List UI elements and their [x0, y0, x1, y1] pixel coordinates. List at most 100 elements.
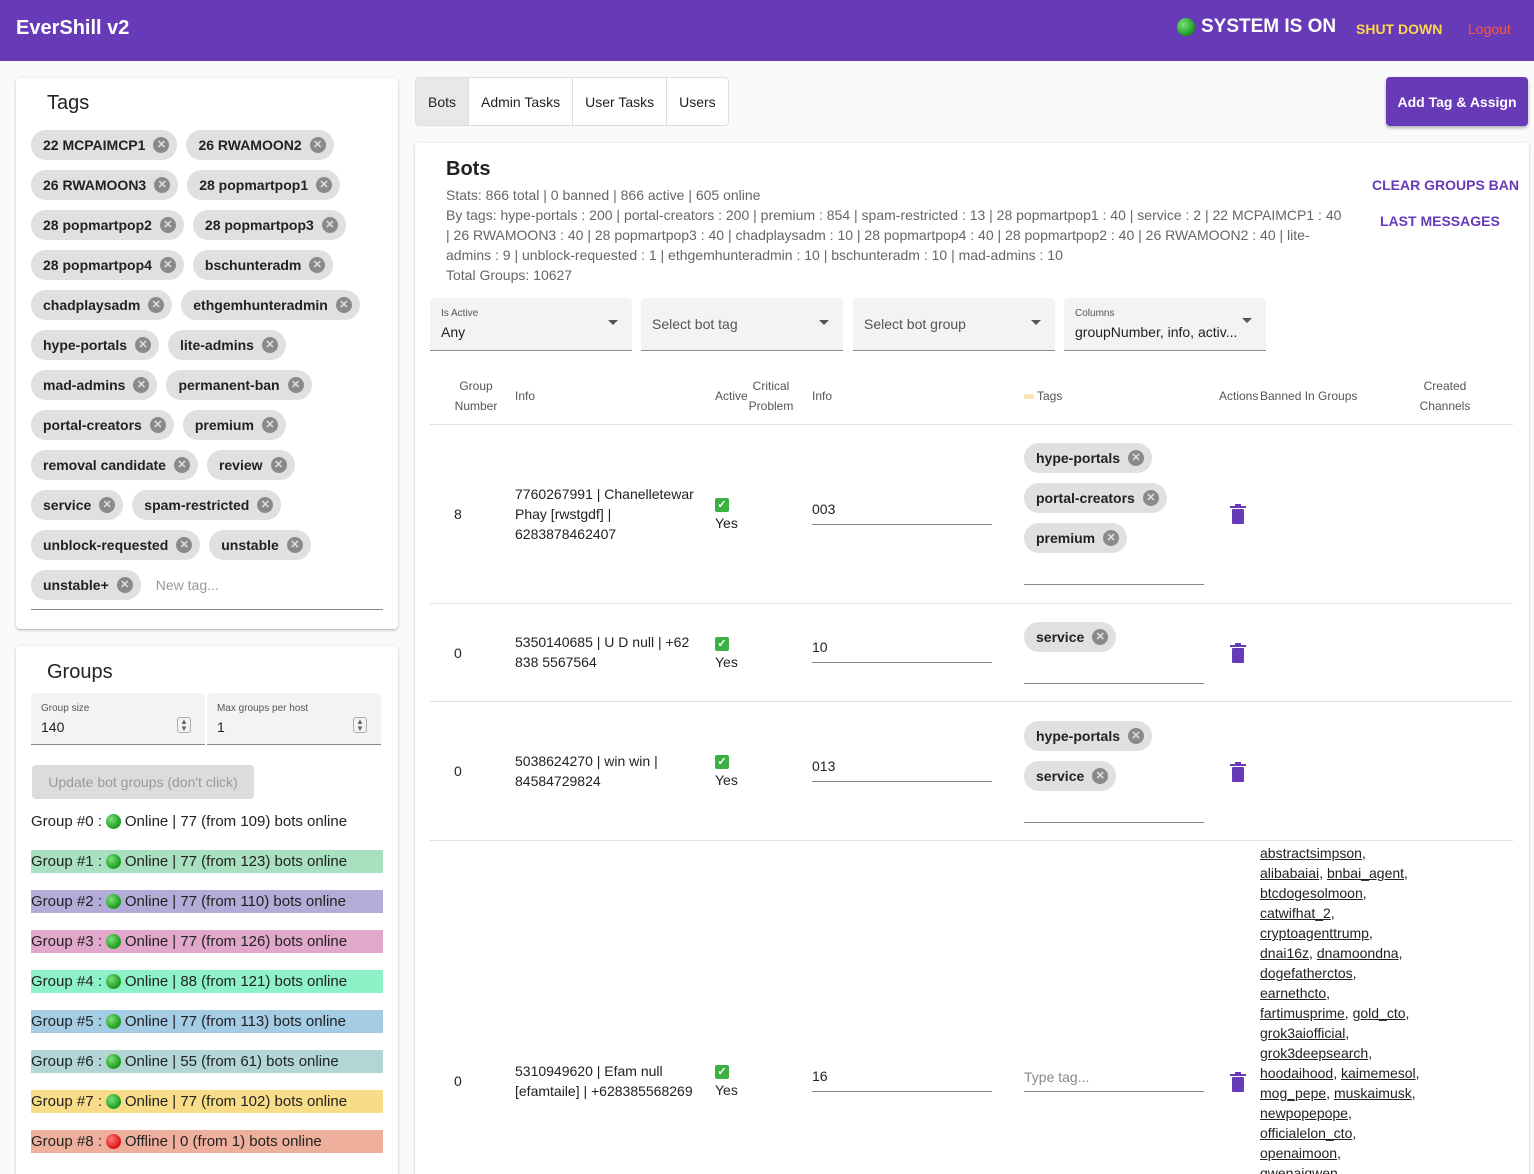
banned-group-link[interactable]: alibabaiai — [1260, 865, 1319, 881]
delete-trash-icon[interactable] — [1230, 1072, 1246, 1092]
shutdown-button[interactable]: SHUT DOWN — [1356, 21, 1442, 37]
banned-group-link[interactable]: catwifhat_2 — [1260, 905, 1331, 921]
clear-groups-ban-button[interactable]: CLEAR GROUPS BAN — [1372, 177, 1519, 193]
remove-tag-icon[interactable]: ✕ — [133, 377, 150, 393]
tag-chip[interactable]: unstable+ ✕ — [31, 570, 141, 600]
banned-group-link[interactable]: officialelon_cto — [1260, 1125, 1352, 1141]
remove-tag-icon[interactable]: ✕ — [1092, 629, 1109, 645]
banned-group-link[interactable]: bnbai_agent — [1327, 865, 1404, 881]
remove-tag-icon[interactable]: ✕ — [1092, 768, 1109, 784]
col-created-channels[interactable]: Created Channels — [1417, 376, 1473, 416]
remove-tag-icon[interactable]: ✕ — [1128, 728, 1145, 744]
tag-chip[interactable]: premium ✕ — [182, 410, 286, 440]
tag-chip[interactable]: 28 popmartpop1 ✕ — [187, 170, 341, 200]
col-info-2[interactable]: Info — [812, 386, 832, 406]
max-groups-field[interactable]: Max groups per host 1 ▲ ▼ — [207, 693, 381, 745]
remove-tag-icon[interactable]: ✕ — [135, 337, 152, 353]
row-tag-chip[interactable]: service ✕ — [1024, 622, 1117, 652]
banned-group-link[interactable]: gold_cto — [1353, 1005, 1406, 1021]
banned-group-link[interactable]: newpopepope — [1260, 1105, 1348, 1121]
col-actions[interactable]: Actions — [1219, 386, 1258, 406]
banned-group-link[interactable]: fartimusprime — [1260, 1005, 1345, 1021]
delete-trash-icon[interactable] — [1230, 762, 1246, 782]
col-info[interactable]: Info — [515, 386, 535, 406]
row-tag-input[interactable] — [1024, 683, 1204, 684]
new-tag-input[interactable]: New tag... — [150, 570, 219, 600]
tab-bots[interactable]: Bots — [416, 78, 470, 125]
remove-tag-icon[interactable]: ✕ — [286, 537, 303, 553]
tag-chip[interactable]: unstable ✕ — [209, 530, 311, 560]
delete-trash-icon[interactable] — [1230, 643, 1246, 663]
row-tag-chip[interactable]: hype-portals ✕ — [1024, 721, 1153, 751]
tag-chip[interactable]: service ✕ — [31, 490, 124, 520]
tag-chip[interactable]: chadplaysadm ✕ — [31, 290, 173, 320]
banned-group-link[interactable]: dnamoondna — [1317, 945, 1399, 961]
max-groups-spinner-icon[interactable]: ▲ ▼ — [353, 717, 367, 733]
remove-tag-icon[interactable]: ✕ — [1128, 450, 1145, 466]
banned-group-link[interactable]: cryptoagenttrump — [1260, 925, 1369, 941]
tag-chip[interactable]: 26 RWAMOON3 ✕ — [31, 170, 179, 200]
remove-tag-icon[interactable]: ✕ — [335, 297, 352, 313]
row-info-input[interactable]: 013 — [812, 756, 992, 782]
tab-admin-tasks[interactable]: Admin Tasks — [469, 78, 574, 125]
banned-group-link[interactable]: dogefatherctos — [1260, 965, 1353, 981]
tag-chip[interactable]: lite-admins ✕ — [168, 330, 286, 360]
row-tag-chip[interactable]: premium ✕ — [1024, 523, 1128, 553]
last-messages-button[interactable]: LAST MESSAGES — [1380, 213, 1500, 229]
remove-tag-icon[interactable]: ✕ — [316, 177, 333, 193]
remove-tag-icon[interactable]: ✕ — [309, 257, 326, 273]
tag-chip[interactable]: 28 popmartpop4 ✕ — [31, 250, 184, 280]
tag-chip[interactable]: ethgemhunteradmin ✕ — [181, 290, 360, 320]
row-tag-input[interactable] — [1024, 584, 1204, 585]
max-groups-value[interactable]: 1 — [217, 719, 225, 735]
tag-chip[interactable]: review ✕ — [206, 450, 295, 480]
tab-users[interactable]: Users — [667, 78, 728, 125]
banned-group-link[interactable]: kaimemesol — [1341, 1065, 1416, 1081]
col-active[interactable]: Active — [715, 386, 748, 406]
tag-chip[interactable]: mad-admins ✕ — [31, 370, 158, 400]
remove-tag-icon[interactable]: ✕ — [287, 377, 304, 393]
add-tag-assign-button[interactable]: Add Tag & Assign — [1386, 77, 1528, 126]
row-info-input[interactable]: 003 — [812, 499, 992, 525]
row-info-input[interactable]: 16 — [812, 1066, 992, 1092]
is-active-select[interactable]: Is Active Any — [430, 298, 632, 351]
row-tag-input[interactable] — [1024, 1091, 1204, 1092]
row-tag-chip[interactable]: portal-creators ✕ — [1024, 483, 1167, 513]
remove-tag-icon[interactable]: ✕ — [154, 177, 171, 193]
remove-tag-icon[interactable]: ✕ — [173, 457, 190, 473]
banned-group-link[interactable]: mog_pepe — [1260, 1085, 1326, 1101]
remove-tag-icon[interactable]: ✕ — [1103, 530, 1120, 546]
tag-chip[interactable]: removal candidate ✕ — [31, 450, 198, 480]
row-tag-chip[interactable]: hype-portals ✕ — [1024, 443, 1153, 473]
banned-group-link[interactable]: abstractsimpson — [1260, 845, 1362, 861]
remove-tag-icon[interactable]: ✕ — [148, 297, 165, 313]
col-tags[interactable]: Tags — [1024, 386, 1062, 406]
remove-tag-icon[interactable]: ✕ — [257, 497, 274, 513]
tag-chip[interactable]: hype-portals ✕ — [31, 330, 160, 360]
row-tag-input[interactable] — [1024, 822, 1204, 823]
banned-group-link[interactable]: muskaimusk — [1334, 1085, 1412, 1101]
bot-group-select[interactable]: Select bot group — [853, 298, 1055, 351]
remove-tag-icon[interactable]: ✕ — [149, 417, 166, 433]
col-banned-in-groups[interactable]: Banned In Groups — [1260, 386, 1357, 406]
banned-group-link[interactable]: earnethcto — [1260, 985, 1326, 1001]
tag-chip[interactable]: 22 MCPAIMCP1 ✕ — [31, 130, 178, 160]
col-critical-problem[interactable]: Critical Problem — [747, 376, 795, 416]
tag-chip[interactable]: 28 popmartpop3 ✕ — [192, 210, 346, 240]
remove-tag-icon[interactable]: ✕ — [159, 217, 176, 233]
row-tag-chip[interactable]: service ✕ — [1024, 761, 1117, 791]
remove-tag-icon[interactable]: ✕ — [1142, 490, 1159, 506]
remove-tag-icon[interactable]: ✕ — [159, 257, 176, 273]
banned-group-link[interactable]: qwenaiqwen — [1260, 1165, 1338, 1174]
tab-user-tasks[interactable]: User Tasks — [573, 78, 668, 125]
col-group-number[interactable]: Group Number — [450, 376, 502, 416]
group-size-value[interactable]: 140 — [41, 719, 64, 735]
banned-group-link[interactable]: openaimoon — [1260, 1145, 1337, 1161]
tag-chip[interactable]: 28 popmartpop2 ✕ — [31, 210, 184, 240]
remove-tag-icon[interactable]: ✕ — [309, 137, 326, 153]
update-bot-groups-button[interactable]: Update bot groups (don't click) — [32, 765, 254, 799]
banned-group-link[interactable]: dnai16z — [1260, 945, 1309, 961]
banned-group-link[interactable]: btcdogesolmoon — [1260, 885, 1363, 901]
tag-chip[interactable]: 26 RWAMOON2 ✕ — [186, 130, 334, 160]
tag-chip[interactable]: spam-restricted ✕ — [132, 490, 282, 520]
